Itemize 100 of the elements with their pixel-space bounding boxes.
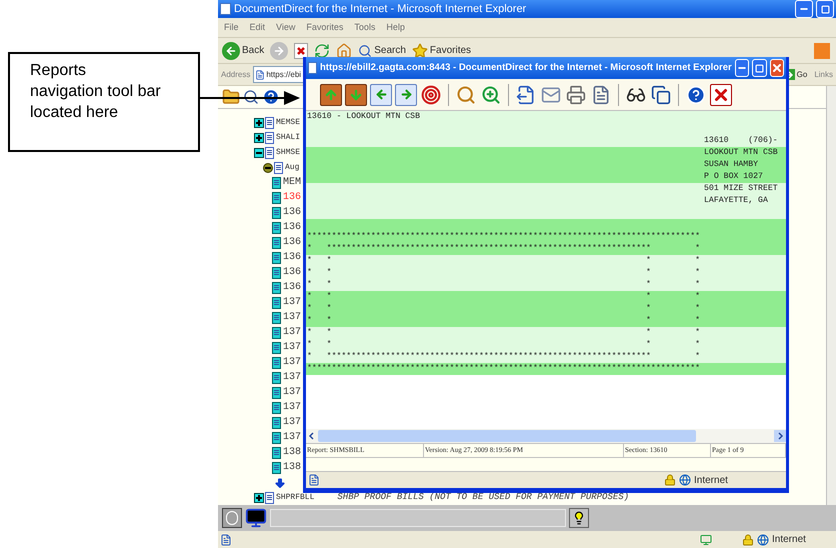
tree-item[interactable]: 137 [283,325,302,340]
down-arrow-icon[interactable] [274,476,286,488]
document-icon [272,446,281,458]
page-icon [255,70,266,80]
tree-item[interactable]: 138 [283,445,302,460]
expand-icon[interactable] [254,132,264,142]
tree-item[interactable]: 137 [283,355,302,370]
document-icon [265,116,274,128]
lightbulb-button[interactable] [569,508,589,528]
document-icon [272,356,281,368]
browser-logo-icon [814,42,830,58]
scrollbar-thumb[interactable] [318,430,696,442]
document-icon [272,462,281,474]
report-line: LOOKOUT MTN CSB [704,147,778,159]
lightbulb-icon [572,510,586,524]
tree-item[interactable]: 137 [283,310,302,325]
menu-item[interactable]: Tools [354,20,376,34]
tree-item[interactable]: 136 [283,265,302,280]
restore-icon [820,4,830,14]
tree-item[interactable]: 136 [283,250,302,265]
close-icon[interactable] [710,84,732,106]
menu-item[interactable]: Favorites [306,20,344,34]
menu-item[interactable]: File [224,20,239,34]
close-button[interactable] [770,59,784,77]
callout-box: Reports navigation tool bar located here [8,52,200,152]
report-box-art: ******************************************************************************** * ****************************************************************** * * * * * * * * * * * * * * * * * * * * * * * * * * * * * * * * * * ****************************************************************** * ******************************************************************************** [306,231,702,375]
globe-icon [757,534,769,546]
tree-item[interactable]: MEM [283,175,302,190]
tree-item[interactable]: 136 [283,205,302,220]
horizontal-scrollbar[interactable] [306,429,786,443]
left-arrow-page-icon[interactable] [370,84,392,106]
maximize-icon [754,64,764,72]
search-icon [358,44,372,58]
circle-button[interactable] [222,508,242,528]
zoom-in-icon[interactable] [480,84,502,106]
up-arrow-book-icon[interactable] [320,84,342,106]
menu-item[interactable]: Edit [250,20,266,34]
copy-pages-icon[interactable] [650,84,672,106]
lock-icon [664,474,676,486]
document-icon [272,402,281,414]
down-arrow-book-icon[interactable] [345,84,367,106]
document-icon [272,432,281,444]
maximize-button[interactable] [752,59,767,77]
help-icon[interactable] [685,84,707,106]
back-button[interactable]: Back [222,42,264,60]
tree-item[interactable]: 136 [283,235,302,250]
tree-item[interactable]: 137 [283,370,302,385]
minimize-button[interactable] [795,0,813,18]
scroll-right-icon[interactable] [774,430,786,442]
popup-title: https://ebill2.gagta.com:8443 - DocumentDirect for the Internet - Microsoft Internet Explorer [320,60,732,75]
home-icon[interactable] [336,42,352,58]
collapse-icon[interactable] [263,162,273,172]
expand-icon[interactable] [254,118,264,128]
right-arrow-page-icon[interactable] [395,84,417,106]
security-zone: Internet [694,474,729,488]
printer-icon[interactable] [565,84,587,106]
close-icon [770,62,783,74]
tree-item[interactable]: 137 [283,385,302,400]
document-icon [274,162,283,174]
tree-item[interactable]: SHALI [276,132,300,144]
address-label: Address [221,68,250,80]
favorites-button[interactable]: Favorites [412,42,472,58]
network-icon [700,534,712,546]
tree-item[interactable]: 136 [283,280,302,295]
refresh-icon[interactable] [314,42,330,58]
expand-icon[interactable] [254,492,264,502]
tree-item[interactable]: 136 [283,190,302,205]
report-line: P O BOX 1027 [704,171,763,183]
tree-item[interactable]: SHMSE [276,146,300,158]
minimize-button[interactable] [734,59,750,77]
restore-button[interactable] [816,0,834,18]
monitor-icon[interactable] [245,506,267,528]
report-line: 501 MIZE STREET [704,183,778,195]
collapse-icon[interactable] [254,148,264,158]
search-button[interactable]: Search [358,43,406,58]
document-icon [272,192,281,204]
tree-item[interactable]: SHPRFBLL [276,492,314,504]
document-icon [272,176,281,188]
menu-item[interactable]: View [276,20,296,34]
star-icon [412,42,428,58]
globe-icon [679,474,691,486]
tree-item[interactable]: Aug [285,162,300,174]
document-icon [272,342,281,354]
menu-item[interactable]: Help [386,20,405,34]
stop-page-icon[interactable] [294,42,308,58]
tree-item[interactable]: 137 [283,295,302,310]
report-line: SUSAN HAMBY [704,159,758,171]
tree-item[interactable]: 137 [283,415,302,430]
tree-item[interactable]: 136 [283,220,302,235]
document-icon [265,146,274,158]
tree-item[interactable]: 137 [283,430,302,445]
vertical-scrollbar[interactable] [826,86,836,505]
tree-item[interactable]: 138 [283,460,302,475]
document-icon [272,252,281,264]
tree-item[interactable]: 137 [283,340,302,355]
search-icon[interactable] [243,89,259,105]
tree-item[interactable]: MEMSE [276,116,300,128]
tree-item[interactable]: 137 [283,400,302,415]
target-icon[interactable] [420,84,442,106]
document-icon [272,416,281,428]
